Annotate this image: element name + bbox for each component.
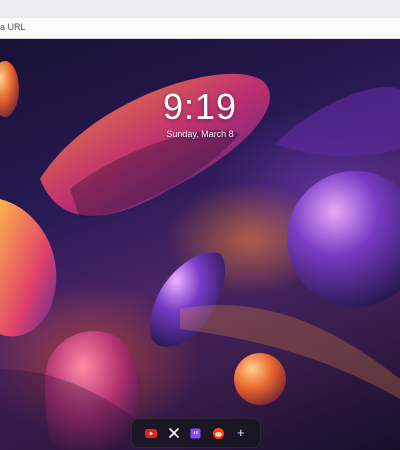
youtube-icon xyxy=(145,428,158,438)
add-shortcut-button[interactable]: + xyxy=(233,425,249,441)
lockscreen-clock: 9:19 xyxy=(162,86,238,127)
address-bar-placeholder: a URL xyxy=(0,22,26,32)
address-bar[interactable]: a URL xyxy=(0,18,400,39)
lockscreen-date: Sunday, March 8 xyxy=(166,129,234,139)
reddit-shortcut[interactable] xyxy=(210,425,226,441)
plus-icon: + xyxy=(236,425,245,440)
browser-tab-strip xyxy=(0,0,400,18)
x-shortcut[interactable] xyxy=(166,425,182,441)
twitch-shortcut[interactable] xyxy=(188,425,204,441)
twitch-icon xyxy=(190,428,201,438)
x-icon xyxy=(168,428,179,438)
youtube-shortcut[interactable] xyxy=(143,425,159,441)
reddit-icon xyxy=(212,427,224,439)
new-tab-page: 9:19 Sunday, March 8 + xyxy=(0,39,400,450)
shortcut-dock: + xyxy=(131,418,261,448)
